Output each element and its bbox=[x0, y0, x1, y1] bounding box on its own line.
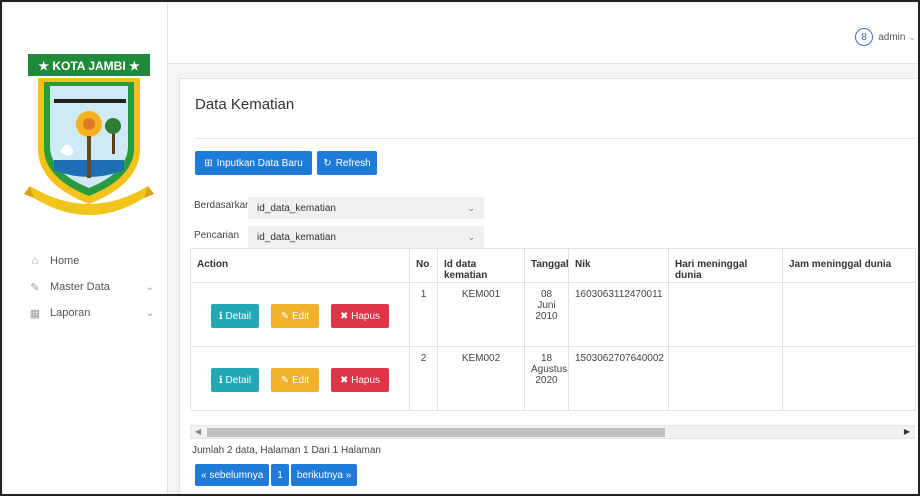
table-row: ℹ Detail ✎ Edit ✖ Hapus 1 KEM001 08 Juni… bbox=[190, 282, 916, 347]
cell-no: 2 bbox=[409, 346, 438, 411]
sidebar-item-label: Laporan bbox=[50, 307, 91, 319]
cell-jam bbox=[782, 282, 916, 347]
search-label: Pencarian bbox=[194, 230, 240, 241]
chevron-down-icon: ⌄ bbox=[467, 202, 475, 213]
cell-nik: 1603063112470011 bbox=[568, 282, 669, 347]
divider bbox=[195, 138, 915, 139]
data-table: Action No Id data kematian Tanggal Nik H… bbox=[190, 248, 916, 411]
refresh-icon: ↻ bbox=[323, 157, 332, 169]
detail-button[interactable]: ℹ Detail bbox=[211, 304, 259, 328]
next-page-button[interactable]: berikutnya » bbox=[290, 464, 358, 486]
search-select[interactable]: id_data_kematian ⌄ bbox=[248, 226, 484, 248]
cell-jam bbox=[782, 346, 916, 411]
table-header-row: Action No Id data kematian Tanggal Nik H… bbox=[190, 248, 916, 283]
add-data-button[interactable]: ⊞ Inputkan Data Baru bbox=[195, 151, 312, 175]
filter-label: Berdasarkan bbox=[194, 200, 251, 211]
scroll-left-icon[interactable]: ◀ bbox=[195, 426, 201, 438]
edit-icon: ✎ bbox=[280, 310, 292, 322]
action-cell: ℹ Detail ✎ Edit ✖ Hapus bbox=[190, 282, 410, 347]
cell-hari bbox=[668, 282, 783, 347]
cell-nik: 1503062707640002 bbox=[568, 346, 669, 411]
user-menu[interactable]: 8 admin ⌄ bbox=[855, 28, 916, 46]
calendar-icon: ▦ bbox=[29, 307, 41, 320]
plus-square-icon: ⊞ bbox=[204, 157, 213, 169]
scroll-thumb[interactable] bbox=[207, 428, 665, 437]
sidebar-nav: ⌂ Home ✎ Master Data ⌄ ▦ Laporan ⌄ bbox=[4, 248, 168, 326]
user-icon: 8 bbox=[855, 28, 874, 46]
delete-button[interactable]: ✖ Hapus bbox=[331, 368, 389, 392]
pagination: « sebelumnya 1 berikutnya » bbox=[195, 464, 359, 486]
filter-select[interactable]: id_data_kematian ⌄ bbox=[248, 197, 484, 219]
sidebar-item-master-data[interactable]: ✎ Master Data ⌄ bbox=[4, 274, 168, 300]
cell-id: KEM002 bbox=[437, 346, 525, 411]
kota-jambi-logo: ★ KOTA JAMBI ★ bbox=[24, 54, 154, 215]
info-icon: ℹ bbox=[218, 374, 226, 386]
content-card: Data Kematian ⊞ Inputkan Data Baru ↻ Ref… bbox=[179, 78, 918, 494]
chevron-down-icon: ⌄ bbox=[145, 281, 154, 293]
column-header-tanggal: Tanggal bbox=[524, 248, 569, 283]
detail-button[interactable]: ℹ Detail bbox=[211, 368, 259, 392]
home-icon: ⌂ bbox=[31, 255, 39, 267]
sidebar-item-home[interactable]: ⌂ Home bbox=[4, 248, 168, 274]
page-title: Data Kematian bbox=[195, 96, 295, 113]
column-header-action: Action bbox=[190, 248, 410, 283]
column-header-id: Id data kematian bbox=[437, 248, 525, 283]
edit-button[interactable]: ✎ Edit bbox=[271, 368, 319, 392]
edit-icon: ✎ bbox=[280, 374, 292, 386]
sidebar-item-label: Master Data bbox=[50, 281, 110, 293]
edit-button[interactable]: ✎ Edit bbox=[271, 304, 319, 328]
action-cell: ℹ Detail ✎ Edit ✖ Hapus bbox=[190, 346, 410, 411]
close-icon: ✖ bbox=[339, 310, 352, 322]
svg-text:★ KOTA JAMBI ★: ★ KOTA JAMBI ★ bbox=[38, 59, 140, 73]
cell-hari bbox=[668, 346, 783, 411]
chevron-down-icon: ⌄ bbox=[908, 31, 916, 42]
cell-tanggal: 18 Agustus 2020 bbox=[524, 346, 569, 411]
sidebar: ★ KOTA JAMBI ★ ⌂ Home ✎ Master Data ⌄ ▦ … bbox=[4, 4, 168, 494]
prev-page-button[interactable]: « sebelumnya bbox=[195, 464, 270, 486]
chevron-down-icon: ⌄ bbox=[145, 307, 154, 319]
edit-icon: ✎ bbox=[30, 281, 40, 294]
cell-no: 1 bbox=[409, 282, 438, 347]
horizontal-scrollbar[interactable]: ◀ ▶ bbox=[190, 425, 915, 439]
column-header-hari: Hari meninggal dunia bbox=[668, 248, 783, 283]
column-header-no: No bbox=[409, 248, 438, 283]
top-navbar: 8 admin ⌄ bbox=[168, 4, 918, 64]
refresh-button[interactable]: ↻ Refresh bbox=[317, 151, 377, 175]
chevron-down-icon: ⌄ bbox=[467, 231, 475, 242]
info-icon: ℹ bbox=[218, 310, 226, 322]
scroll-right-icon[interactable]: ▶ bbox=[904, 426, 910, 438]
close-icon: ✖ bbox=[339, 374, 352, 386]
table-row: ℹ Detail ✎ Edit ✖ Hapus 2 KEM002 18 Agus… bbox=[190, 346, 916, 411]
app-window: ★ KOTA JAMBI ★ ⌂ Home ✎ Master Data ⌄ ▦ … bbox=[0, 0, 920, 496]
delete-button[interactable]: ✖ Hapus bbox=[331, 304, 389, 328]
sidebar-item-label: Home bbox=[50, 255, 80, 267]
sidebar-item-laporan[interactable]: ▦ Laporan ⌄ bbox=[4, 300, 168, 326]
cell-tanggal: 08 Juni 2010 bbox=[524, 282, 569, 347]
pagination-info: Jumlah 2 data, Halaman 1 Dari 1 Halaman bbox=[192, 445, 381, 456]
column-header-jam: Jam meninggal dunia bbox=[782, 248, 916, 283]
column-header-nik: Nik bbox=[568, 248, 669, 283]
user-name: admin bbox=[878, 31, 906, 43]
cell-id: KEM001 bbox=[437, 282, 525, 347]
page-button-1[interactable]: 1 bbox=[271, 464, 289, 486]
